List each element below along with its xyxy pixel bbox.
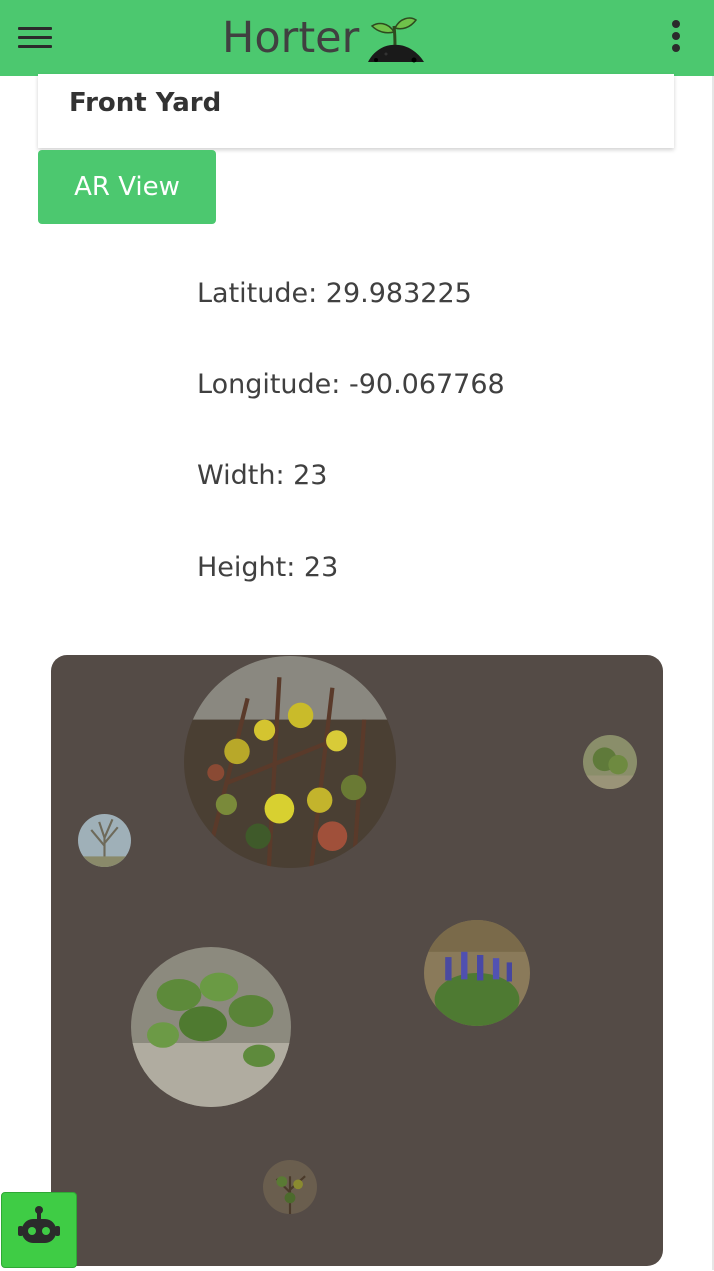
longitude-text: Longitude: -90.067768 [197, 369, 505, 400]
width-text: Width: 23 [197, 460, 328, 491]
plant-photo-green-shrub[interactable] [583, 735, 637, 789]
yard-name: Front Yard [69, 88, 222, 118]
robot-icon [18, 1206, 60, 1243]
plant-photo-small-seedling[interactable] [263, 1160, 317, 1214]
sprout-in-soil-icon [364, 10, 426, 66]
yard-card: Front Yard [38, 74, 674, 148]
plant-photo-bare-tree[interactable] [78, 814, 131, 867]
plant-photo-purple-flowers[interactable] [424, 920, 530, 1026]
plant-photo-yellow-shrub[interactable] [184, 656, 396, 868]
app-bar: Horter [0, 0, 714, 76]
app-title: Horter [222, 13, 360, 63]
ar-view-button[interactable]: AR View [38, 150, 216, 224]
plant-photo-leafy-groundcover[interactable] [131, 947, 291, 1107]
vertical-dots-icon[interactable] [664, 18, 688, 56]
assistant-robot-button[interactable] [1, 1192, 77, 1268]
garden-map [51, 655, 663, 1266]
latitude-text: Latitude: 29.983225 [197, 278, 472, 309]
hamburger-menu-icon[interactable] [16, 22, 56, 52]
height-text: Height: 23 [197, 552, 339, 583]
